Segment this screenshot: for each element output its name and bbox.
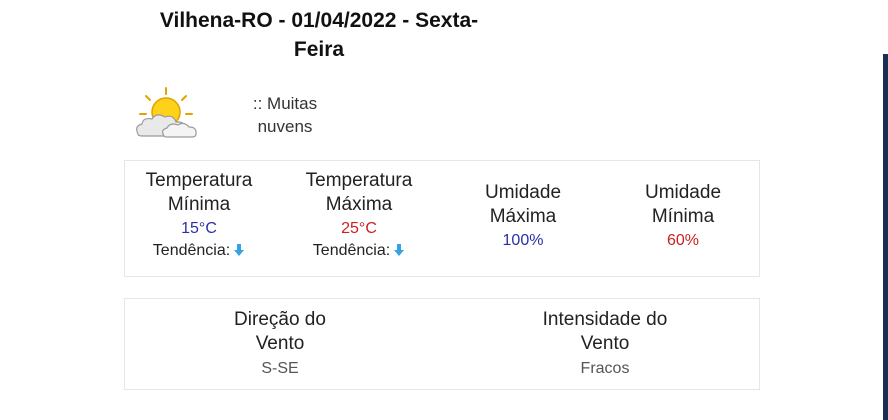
max-humidity: Umidade Máxima 100% (453, 181, 593, 252)
wind-intensity-label-line-1: Intensidade do (542, 309, 668, 330)
max-temperature-trend: Tendência: (289, 240, 429, 264)
wind-direction-label-line-1: Direção do (234, 309, 326, 330)
max-temperature-value: 25°C (341, 220, 377, 237)
max-humidity-label-line-1: Umidade (484, 182, 562, 203)
arrow-down-icon (393, 242, 405, 264)
min-trend-label: Tendência: (152, 242, 231, 259)
max-trend-label: Tendência: (312, 242, 391, 259)
wind-direction-value: S-SE (261, 360, 299, 377)
max-temperature-label-line-1: Temperatura (305, 170, 413, 191)
wind-intensity-label: Intensidade do Vento (500, 308, 710, 356)
sun-behind-clouds-icon (130, 86, 202, 140)
min-temperature: Temperatura Mínima 15°C Tendência: (129, 169, 269, 264)
wind-direction-label-line-2: Vento (255, 333, 305, 354)
scrollbar[interactable] (883, 54, 888, 420)
condition-line-2: nuvens (257, 117, 313, 136)
wind-intensity: Intensidade do Vento Fracos (500, 308, 710, 380)
min-temperature-value: 15°C (181, 220, 217, 237)
min-temperature-trend: Tendência: (129, 240, 269, 264)
max-temperature-label: Temperatura Máxima (289, 169, 429, 217)
temperature-humidity-panel: Temperatura Mínima 15°C Tendência: Tempe… (124, 160, 760, 277)
min-temperature-label-line-1: Temperatura (145, 170, 253, 191)
weather-condition: :: Muitas nuvens (240, 92, 330, 138)
max-temperature-label-line-2: Máxima (325, 194, 393, 215)
max-humidity-label: Umidade Máxima (453, 181, 593, 229)
wind-intensity-value: Fracos (580, 360, 630, 377)
title-line-2: Feira (293, 38, 345, 61)
min-humidity-label: Umidade Mínima (613, 181, 753, 229)
min-humidity-label-line-2: Mínima (651, 206, 715, 227)
title-line-1: Vilhena-RO - 01/04/2022 - Sexta- (159, 9, 479, 32)
weather-forecast-card: Vilhena-RO - 01/04/2022 - Sexta- Feira :… (0, 0, 888, 420)
wind-intensity-label-line-2: Vento (580, 333, 630, 354)
arrow-down-icon (233, 242, 245, 264)
wind-direction: Direção do Vento S-SE (185, 308, 375, 380)
max-humidity-label-line-2: Máxima (489, 206, 557, 227)
max-temperature: Temperatura Máxima 25°C Tendência: (289, 169, 429, 264)
wind-panel: Direção do Vento S-SE Intensidade do Ven… (124, 298, 760, 390)
condition-line-1: :: Muitas (252, 94, 318, 113)
min-humidity-label-line-1: Umidade (644, 182, 722, 203)
max-humidity-value: 100% (502, 232, 544, 249)
min-temperature-label-line-2: Mínima (167, 194, 231, 215)
min-humidity: Umidade Mínima 60% (613, 181, 753, 252)
wind-direction-label: Direção do Vento (185, 308, 375, 356)
min-temperature-label: Temperatura Mínima (129, 169, 269, 217)
page-title: Vilhena-RO - 01/04/2022 - Sexta- Feira (130, 6, 508, 64)
min-humidity-value: 60% (666, 232, 700, 249)
